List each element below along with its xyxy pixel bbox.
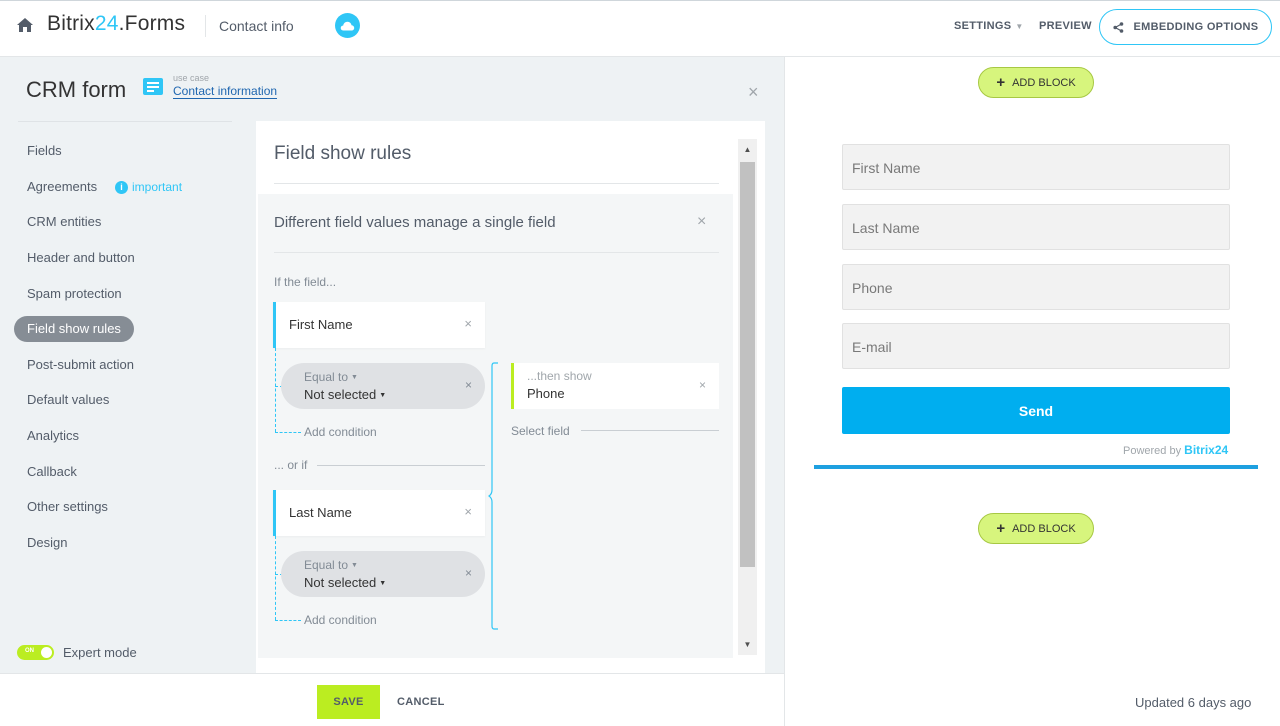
close-icon[interactable]: ×	[748, 82, 759, 103]
chevron-down-icon: ▼	[379, 392, 387, 400]
or-if-label: ... or if	[274, 458, 308, 472]
condition-field-first-name[interactable]: First Name ×	[273, 302, 485, 348]
menu-item-agreements[interactable]: Agreements	[14, 174, 110, 200]
divider	[274, 252, 719, 253]
chevron-down-icon: ▼	[351, 374, 358, 382]
rules-title: Field show rules	[274, 143, 412, 164]
expert-mode-label: Expert mode	[63, 645, 137, 660]
cancel-button[interactable]: CANCEL	[397, 696, 445, 708]
menu-item-design[interactable]: Design	[14, 530, 80, 556]
connector-line	[275, 536, 276, 620]
menu-item-crm-entities[interactable]: CRM entities	[14, 209, 114, 235]
divider	[581, 430, 719, 431]
menu-item-analytics[interactable]: Analytics	[14, 423, 92, 449]
info-icon: i	[115, 180, 128, 194]
scroll-down-icon[interactable]: ▼	[738, 635, 757, 653]
brand-divider	[205, 15, 206, 37]
preview-link[interactable]: PREVIEW	[1039, 20, 1092, 32]
embedding-options-button[interactable]: EMBEDDING OPTIONS	[1099, 9, 1272, 45]
menu-item-fields[interactable]: Fields	[14, 138, 75, 164]
scroll-up-icon[interactable]: ▲	[738, 140, 757, 158]
rule-title: Different field values manage a single f…	[274, 214, 556, 231]
preview-email-field[interactable]: E-mail	[842, 323, 1230, 369]
chevron-down-icon: ▼	[351, 562, 358, 570]
preview-divider	[784, 57, 785, 726]
app-brand: Bitrix24.Forms	[47, 12, 186, 35]
connector-line	[275, 620, 301, 621]
cloud-icon[interactable]	[335, 13, 360, 38]
use-case-label: use case	[173, 73, 210, 83]
scrollbar-thumb[interactable]	[740, 162, 755, 567]
condition-operator[interactable]: Equal to ▼ Not selected ▼ ×	[281, 551, 485, 597]
send-button[interactable]: Send	[842, 387, 1230, 434]
condition-operator[interactable]: Equal to ▼ Not selected ▼ ×	[281, 363, 485, 409]
block-separator	[814, 465, 1258, 469]
then-show-field[interactable]: ...then show Phone ×	[511, 363, 719, 409]
share-icon	[1112, 21, 1123, 33]
add-block-button[interactable]: + ADD BLOCK	[978, 513, 1094, 544]
plus-icon: +	[996, 520, 1006, 537]
expert-mode-toggle[interactable]: ON	[17, 645, 54, 660]
chevron-down-icon: ▼	[1015, 21, 1024, 31]
menu-item-default-values[interactable]: Default values	[14, 387, 122, 413]
close-icon[interactable]: ×	[465, 566, 472, 580]
connector-line	[275, 348, 276, 432]
document-icon	[143, 78, 163, 95]
close-icon[interactable]: ×	[699, 378, 706, 392]
close-icon[interactable]: ×	[464, 504, 472, 519]
menu-item-spam-protection[interactable]: Spam protection	[14, 281, 135, 307]
select-field-link[interactable]: Select field	[511, 424, 570, 438]
save-button[interactable]: SAVE	[317, 685, 380, 719]
if-label: If the field...	[274, 275, 337, 289]
connector-line	[275, 432, 301, 433]
menu-item-other-settings[interactable]: Other settings	[14, 494, 121, 520]
add-condition-link[interactable]: Add condition	[304, 613, 377, 627]
add-block-button[interactable]: + ADD BLOCK	[978, 67, 1094, 98]
menu-item-header-and-button[interactable]: Header and button	[14, 245, 148, 271]
bottom-bar	[0, 673, 784, 726]
settings-menu[interactable]: SETTINGS ▼	[954, 20, 1024, 32]
bracket-connector	[488, 362, 498, 630]
divider	[317, 465, 485, 466]
remove-rule-icon[interactable]: ×	[697, 213, 706, 231]
home-icon[interactable]	[16, 17, 34, 33]
preview-phone-field[interactable]: Phone	[842, 264, 1230, 310]
menu-item-field-show-rules[interactable]: Field show rules	[14, 316, 134, 342]
add-condition-link[interactable]: Add condition	[304, 425, 377, 439]
plus-icon: +	[996, 74, 1006, 91]
powered-by[interactable]: Powered by Bitrix24	[1123, 443, 1228, 457]
condition-field-last-name[interactable]: Last Name ×	[273, 490, 485, 536]
close-icon[interactable]: ×	[464, 316, 472, 331]
menu-item-callback[interactable]: Callback	[14, 459, 90, 485]
panel-title: CRM form	[26, 77, 127, 102]
important-badge[interactable]: i important	[115, 180, 182, 194]
divider	[18, 121, 232, 122]
preview-last-name-field[interactable]: Last Name	[842, 204, 1230, 250]
close-icon[interactable]: ×	[465, 378, 472, 392]
updated-status: Updated 6 days ago	[1135, 695, 1252, 710]
divider	[274, 183, 719, 184]
preview-first-name-field[interactable]: First Name	[842, 144, 1230, 190]
chevron-down-icon: ▼	[379, 580, 387, 588]
form-name[interactable]: Contact info	[219, 18, 294, 34]
menu-item-post-submit-action[interactable]: Post-submit action	[14, 352, 147, 378]
use-case-link[interactable]: Contact information	[173, 84, 278, 99]
